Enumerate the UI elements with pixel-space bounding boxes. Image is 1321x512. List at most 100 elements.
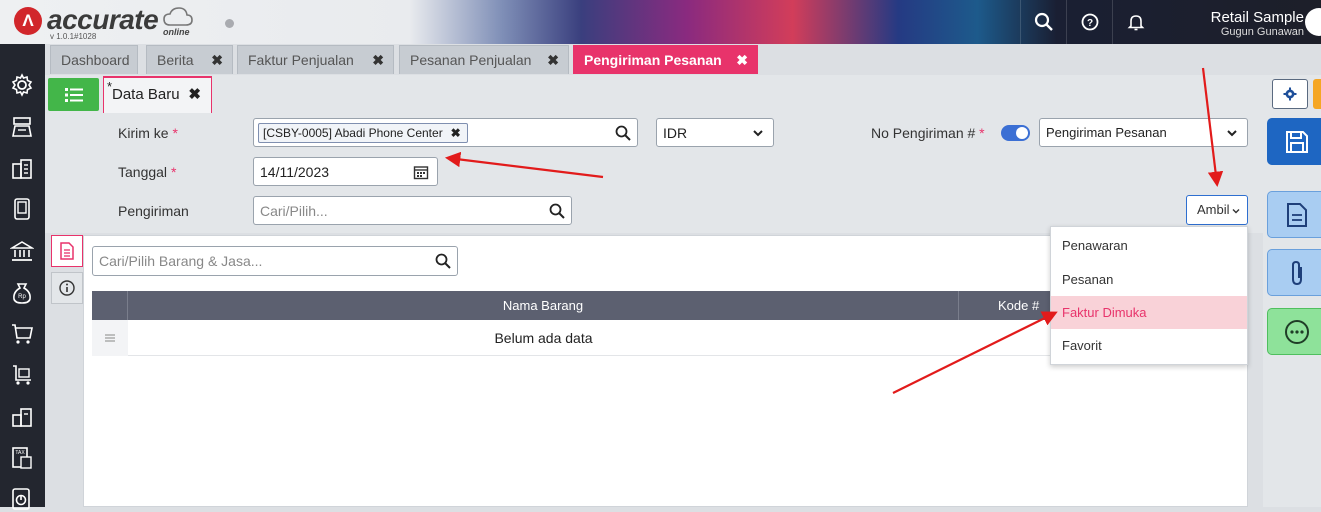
header-form: Kirim ke * [CSBY-0005] Abadi Phone Cente…	[45, 113, 1263, 233]
attachment-button[interactable]	[1267, 249, 1321, 296]
tab-pesanan-penjualan[interactable]: Pesanan Penjualan ✖	[399, 45, 569, 74]
tanggal-field[interactable]: 14/11/2023	[253, 157, 438, 186]
menu-item-favorit[interactable]: Favorit	[1051, 329, 1247, 362]
money-bag-icon[interactable]: Rp	[9, 280, 35, 306]
report-icon[interactable]	[9, 486, 35, 512]
tab-label: Dashboard	[61, 52, 130, 68]
remove-chip-icon[interactable]: ✖	[451, 124, 461, 142]
detail-tab-items[interactable]	[51, 235, 83, 267]
menu-item-pesanan[interactable]: Pesanan	[1051, 263, 1247, 296]
ellipsis-icon	[1285, 319, 1309, 344]
side-panel-handle[interactable]	[1313, 79, 1321, 109]
menu-item-penawaran[interactable]: Penawaran	[1051, 229, 1247, 262]
cashier-icon[interactable]	[9, 114, 35, 140]
more-options-button[interactable]	[1267, 308, 1321, 355]
menu-item-faktur-dimuka[interactable]: Faktur Dimuka	[1051, 296, 1247, 329]
item-search-placeholder: Cari/Pilih Barang & Jasa...	[99, 253, 263, 269]
close-icon[interactable]: ✖	[736, 46, 748, 74]
avatar[interactable]	[1305, 8, 1321, 36]
cloud-icon	[163, 7, 193, 26]
bank-icon[interactable]	[9, 238, 35, 264]
search-icon[interactable]	[615, 125, 631, 141]
number-type-select[interactable]: Pengiriman Pesanan	[1039, 118, 1248, 147]
info-icon	[59, 280, 75, 296]
no-pengiriman-label: No Pengiriman # *	[871, 125, 985, 141]
item-search-field[interactable]: Cari/Pilih Barang & Jasa...	[92, 246, 458, 276]
version-label: v 1.0.1#1028	[50, 32, 97, 41]
pengiriman-field[interactable]: Cari/Pilih...	[253, 196, 572, 225]
bell-icon	[1127, 15, 1144, 31]
tab-bar: Dashboard Berita ✖ Faktur Penjualan ✖ Pe…	[45, 44, 1321, 75]
paperclip-icon	[1292, 260, 1302, 285]
tab-berita[interactable]: Berita ✖	[146, 45, 233, 74]
chevron-down-icon	[1227, 130, 1237, 137]
tanggal-value: 14/11/2023	[260, 164, 330, 180]
currency-value: IDR	[663, 125, 688, 141]
print-document-button[interactable]	[1267, 191, 1321, 238]
save-icon	[1286, 130, 1308, 153]
unsaved-marker: *	[107, 79, 113, 94]
cart-icon[interactable]	[9, 321, 35, 347]
ambil-label: Ambil	[1197, 202, 1230, 217]
calendar-icon[interactable]	[413, 164, 429, 180]
toggle-knob	[1016, 127, 1028, 139]
list-icon	[64, 87, 83, 102]
svg-text:TAX: TAX	[15, 450, 25, 456]
document-icon	[60, 242, 74, 260]
list-menu-button[interactable]	[48, 78, 99, 111]
auto-number-toggle[interactable]	[1001, 125, 1030, 141]
row-handle-column	[92, 291, 128, 320]
tab-dashboard[interactable]: Dashboard	[50, 45, 138, 74]
tab-label: Pengiriman Pesanan	[584, 52, 722, 68]
help-icon: ?	[1081, 13, 1098, 31]
sub-toolbar: * Data Baru ✖	[45, 75, 1321, 113]
top-bar: Λ accurate online v 1.0.1#1028 ? Retail …	[0, 0, 1321, 44]
subtab-label: Data Baru	[112, 86, 180, 103]
settings-icon[interactable]	[9, 72, 35, 98]
customer-value: [CSBY-0005] Abadi Phone Center	[263, 126, 443, 140]
help-button[interactable]: ?	[1066, 0, 1112, 44]
tab-label: Berita	[157, 52, 194, 68]
action-panel	[1263, 113, 1321, 507]
customer-chip[interactable]: [CSBY-0005] Abadi Phone Center ✖	[258, 123, 468, 143]
subtab-data-baru[interactable]: * Data Baru ✖	[103, 76, 212, 113]
logo-subtitle: online	[163, 27, 190, 37]
close-icon[interactable]: ✖	[372, 46, 384, 74]
trolley-icon[interactable]	[9, 362, 35, 388]
drag-handle[interactable]	[92, 320, 128, 356]
search-button[interactable]	[1020, 0, 1066, 44]
form-settings-button[interactable]	[1272, 79, 1308, 109]
company-name: Retail Sample	[1210, 9, 1304, 26]
kirim-ke-field[interactable]: [CSBY-0005] Abadi Phone Center ✖	[253, 118, 638, 147]
company-info[interactable]: Retail Sample Gugun Gunawan	[1211, 9, 1304, 38]
pengiriman-label: Pengiriman	[118, 203, 189, 219]
tab-label: Pesanan Penjualan	[410, 52, 532, 68]
ambil-button[interactable]: Ambil	[1186, 195, 1248, 225]
warehouse-icon[interactable]	[9, 404, 35, 430]
accurate-logo-mark: Λ	[14, 7, 42, 35]
chevron-down-icon	[753, 130, 763, 137]
notification-button[interactable]	[1112, 0, 1158, 44]
building-icon[interactable]	[9, 156, 35, 182]
close-icon[interactable]: ✖	[211, 46, 223, 74]
book-icon[interactable]	[9, 196, 35, 222]
gear-icon	[1283, 87, 1297, 101]
column-nama-barang[interactable]: Nama Barang	[128, 291, 959, 320]
tab-pengiriman-pesanan[interactable]: Pengiriman Pesanan ✖	[573, 45, 758, 74]
tab-faktur-penjualan[interactable]: Faktur Penjualan ✖	[237, 45, 394, 74]
svg-text:Rp: Rp	[18, 294, 26, 300]
kirim-ke-label: Kirim ke *	[118, 125, 178, 141]
tax-icon[interactable]: TAX	[9, 445, 35, 471]
pengiriman-placeholder: Cari/Pilih...	[260, 203, 328, 219]
close-icon[interactable]: ✖	[188, 78, 201, 112]
currency-select[interactable]: IDR	[656, 118, 774, 147]
tanggal-label: Tanggal *	[118, 164, 177, 180]
menu-lines-icon	[105, 334, 115, 342]
detail-tab-info[interactable]	[51, 272, 83, 304]
chevron-down-icon	[1232, 209, 1240, 214]
search-icon[interactable]	[435, 253, 451, 269]
save-button[interactable]	[1267, 118, 1321, 165]
svg-text:?: ?	[1086, 18, 1092, 29]
search-icon[interactable]	[549, 203, 565, 219]
close-icon[interactable]: ✖	[547, 46, 559, 74]
